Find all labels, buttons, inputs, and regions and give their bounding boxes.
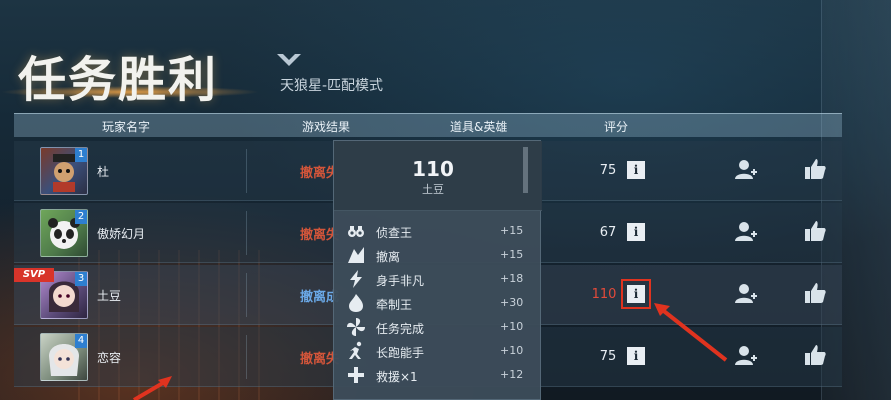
bonus-value: +10 bbox=[500, 320, 524, 333]
bonus-label: 任务完成 bbox=[376, 322, 425, 336]
col-score: 评分 bbox=[604, 120, 629, 134]
bonus-value: +12 bbox=[500, 368, 524, 381]
col-items-heroes: 道具&英雄 bbox=[450, 120, 508, 134]
add-friend-icon[interactable] bbox=[734, 281, 758, 305]
bonus-value: +10 bbox=[500, 344, 524, 357]
popup-scrollbar[interactable] bbox=[523, 147, 528, 193]
bonus-value: +15 bbox=[500, 248, 524, 261]
bonus-label: 撤离 bbox=[376, 250, 401, 264]
column-divider bbox=[246, 335, 247, 379]
player-score: 75 bbox=[599, 163, 617, 178]
thumbs-up-icon[interactable] bbox=[803, 281, 827, 305]
player-score: 67 bbox=[599, 225, 617, 240]
add-friend-icon[interactable] bbox=[734, 343, 758, 367]
popup-player-name: 土豆 bbox=[422, 183, 444, 196]
bonus-label: 牵制王 bbox=[376, 298, 413, 312]
thumbs-up-icon[interactable] bbox=[803, 157, 827, 181]
bonus-row: 任务完成 +10 bbox=[346, 317, 526, 339]
bonus-label: 侦查王 bbox=[376, 226, 413, 240]
info-icon[interactable]: i bbox=[627, 285, 645, 303]
silver-hair-avatar[interactable]: 4 bbox=[40, 333, 88, 381]
col-game-result: 游戏结果 bbox=[302, 120, 351, 134]
svp-badge: SVP bbox=[14, 268, 54, 282]
panda-avatar[interactable]: 2 bbox=[40, 209, 88, 257]
info-icon[interactable]: i bbox=[627, 161, 645, 179]
bonus-value: +18 bbox=[500, 272, 524, 285]
info-icon[interactable]: i bbox=[627, 347, 645, 365]
bonus-label: 救援×1 bbox=[376, 370, 418, 384]
player-score: 75 bbox=[599, 349, 617, 364]
thumbs-up-icon[interactable] bbox=[803, 343, 827, 367]
bonus-row: 牵制王 +30 bbox=[346, 293, 526, 315]
add-friend-icon[interactable] bbox=[734, 219, 758, 243]
player-name: 傲娇幻月 bbox=[97, 227, 146, 241]
runner-icon bbox=[349, 341, 362, 359]
bonus-value: +30 bbox=[500, 296, 524, 309]
player-name: 土豆 bbox=[97, 289, 122, 303]
rank-badge: 2 bbox=[75, 210, 87, 224]
bonus-row: 救援×1 +12 bbox=[346, 365, 526, 387]
bonus-row: 撤离 +15 bbox=[346, 245, 526, 267]
annotation-arrow-icon bbox=[654, 303, 728, 362]
col-player-name: 玩家名字 bbox=[102, 120, 151, 134]
table-header: 玩家名字 游戏结果 道具&英雄 评分 bbox=[14, 113, 842, 137]
lightning-icon bbox=[350, 270, 362, 288]
bonus-row: 长跑能手 +10 bbox=[346, 341, 526, 363]
bonus-label: 长跑能手 bbox=[376, 346, 425, 360]
rank-badge: 1 bbox=[75, 148, 87, 162]
bonus-label: 身手非凡 bbox=[376, 274, 425, 288]
page-title: 任务胜利 bbox=[18, 52, 219, 108]
bonus-value: +15 bbox=[500, 224, 524, 237]
player-score: 110 bbox=[591, 287, 617, 302]
column-divider bbox=[246, 211, 247, 255]
popup-header: 110 土豆 bbox=[334, 141, 542, 211]
mech-warrior-avatar[interactable]: 1 bbox=[40, 147, 88, 195]
rank-badge: 4 bbox=[75, 334, 87, 348]
info-icon[interactable]: i bbox=[627, 223, 645, 241]
player-name: 恋容 bbox=[97, 351, 122, 365]
mode-subtitle: 天狼星-匹配模式 bbox=[280, 78, 384, 94]
cross-icon bbox=[348, 367, 364, 383]
bonus-row: 身手非凡 +18 bbox=[346, 269, 526, 291]
fan-icon bbox=[347, 318, 365, 336]
add-friend-icon[interactable] bbox=[734, 157, 758, 181]
evacuation-icon bbox=[348, 247, 364, 263]
flame-icon bbox=[349, 294, 363, 312]
binoculars-icon bbox=[348, 226, 364, 237]
column-divider bbox=[246, 273, 247, 317]
bonus-row: 侦查王 +15 bbox=[346, 221, 526, 243]
popup-total-score: 110 bbox=[412, 157, 454, 181]
player-name: 杜 bbox=[97, 165, 110, 179]
score-breakdown-popup: 110 土豆 侦查王 +15 撤离 +15 身手非凡 +18 牵制王 +30 任… bbox=[333, 140, 542, 400]
rank-badge: 3 bbox=[75, 272, 87, 286]
thumbs-up-icon[interactable] bbox=[803, 219, 827, 243]
annotation-arrow-icon bbox=[132, 376, 172, 400]
column-divider bbox=[246, 149, 247, 193]
game-logo-icon bbox=[277, 54, 301, 66]
